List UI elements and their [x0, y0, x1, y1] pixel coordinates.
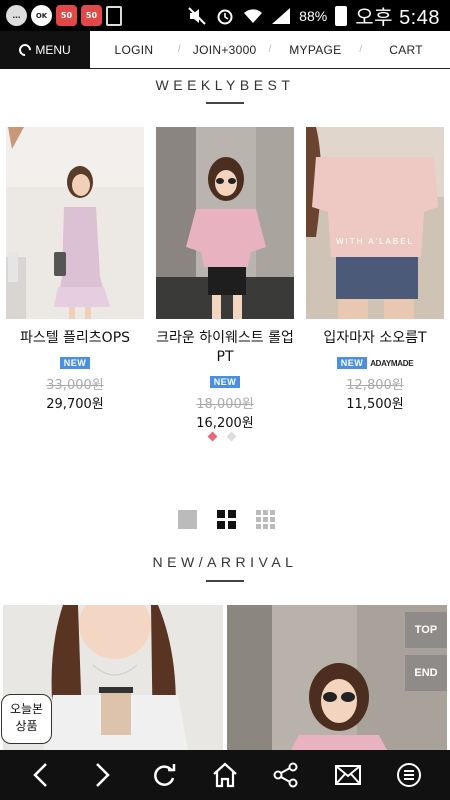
top-navigation: MENU LOGIN / JOIN+3000 / MYPAGE / CART: [0, 31, 450, 69]
sale-notification-icon: 50: [56, 5, 77, 26]
scroll-end-button[interactable]: END: [405, 655, 447, 691]
sale-price: 11,500원: [346, 397, 404, 412]
new-arrival-title: NEW/ARRIVAL: [152, 554, 298, 570]
single-view-icon[interactable]: [178, 510, 197, 529]
mypage-link[interactable]: MYPAGE: [271, 43, 359, 57]
weekly-best-title: WEEKLYBEST: [155, 77, 295, 93]
clock: 오후 5:48: [355, 1, 440, 30]
chat-notification-icon: …: [6, 5, 27, 26]
menu-button[interactable]: MENU: [0, 31, 90, 69]
sale-price: 29,700원: [46, 397, 104, 412]
original-price: 33,000원: [46, 378, 104, 393]
product-name[interactable]: 파스텔 플리츠OPS: [0, 329, 150, 348]
badge-row: NEW: [6, 357, 144, 369]
carousel-dot-active[interactable]: [207, 431, 218, 442]
battery-icon: [335, 5, 348, 26]
title-underline: [206, 102, 244, 104]
badge-row: NEW ADAYMADE: [306, 357, 444, 369]
mute-icon: [187, 6, 207, 26]
brand-badge: ADAYMADE: [370, 358, 414, 368]
clock-time: 5:48: [399, 7, 440, 29]
title-underline: [206, 580, 244, 582]
carousel-pagination: [207, 431, 237, 442]
forward-icon[interactable]: [86, 759, 118, 791]
clock-ampm: 오후: [355, 7, 393, 29]
share-icon[interactable]: [270, 759, 302, 791]
product-image[interactable]: WITH A'LABEL: [306, 127, 444, 319]
product-name[interactable]: 입자마자 소오름T: [300, 329, 450, 348]
notification-icons: … OK 50 50: [0, 5, 122, 26]
clipboard-notification-icon: [106, 5, 122, 26]
back-icon[interactable]: [25, 759, 57, 791]
product-image[interactable]: [156, 127, 294, 319]
recently-viewed-label-2: 상품: [15, 719, 38, 733]
new-badge: NEW: [336, 357, 368, 369]
browser-bottom-bar: [0, 750, 450, 800]
wifi-icon: [243, 6, 263, 26]
carousel-dot[interactable]: [226, 431, 237, 442]
new-badge: NEW: [59, 357, 91, 369]
view-mode-toggles: [178, 510, 275, 529]
new-badge: NEW: [209, 376, 241, 388]
badge-row: NEW: [156, 376, 294, 388]
product-name[interactable]: 크라운 하이웨스트 롤업PT: [150, 329, 300, 367]
alarm-icon: [215, 6, 235, 26]
scroll-top-button[interactable]: TOP: [405, 612, 447, 648]
home-icon[interactable]: [209, 759, 241, 791]
ok-notification-icon: OK: [31, 5, 52, 26]
original-price: 12,800원: [346, 378, 404, 393]
product-image[interactable]: [6, 127, 144, 319]
status-bar: … OK 50 50 88% 오후 5:48: [0, 0, 450, 31]
recently-viewed-button[interactable]: 오늘본 상품: [1, 694, 52, 744]
grid-3-view-icon[interactable]: [256, 510, 275, 529]
recently-viewed-label-1: 오늘본: [9, 702, 44, 716]
signal-icon: [271, 6, 291, 26]
cart-link[interactable]: CART: [362, 43, 450, 57]
menu-label: MENU: [35, 43, 71, 57]
refresh-icon[interactable]: [148, 759, 180, 791]
sale-price: 16,200원: [196, 416, 254, 431]
login-link[interactable]: LOGIN: [90, 43, 178, 57]
mail-icon[interactable]: [332, 759, 364, 791]
join-link[interactable]: JOIN+3000: [181, 43, 269, 57]
original-price: 18,000원: [196, 397, 254, 412]
grid-2-view-icon[interactable]: [217, 510, 236, 529]
battery-percent: 88%: [299, 7, 328, 24]
menu-ring-icon: [16, 41, 34, 59]
sale-notification-icon: 50: [81, 5, 102, 26]
menu-circle-icon[interactable]: [393, 759, 425, 791]
image-overlay-text: WITH A'LABEL: [336, 237, 414, 246]
